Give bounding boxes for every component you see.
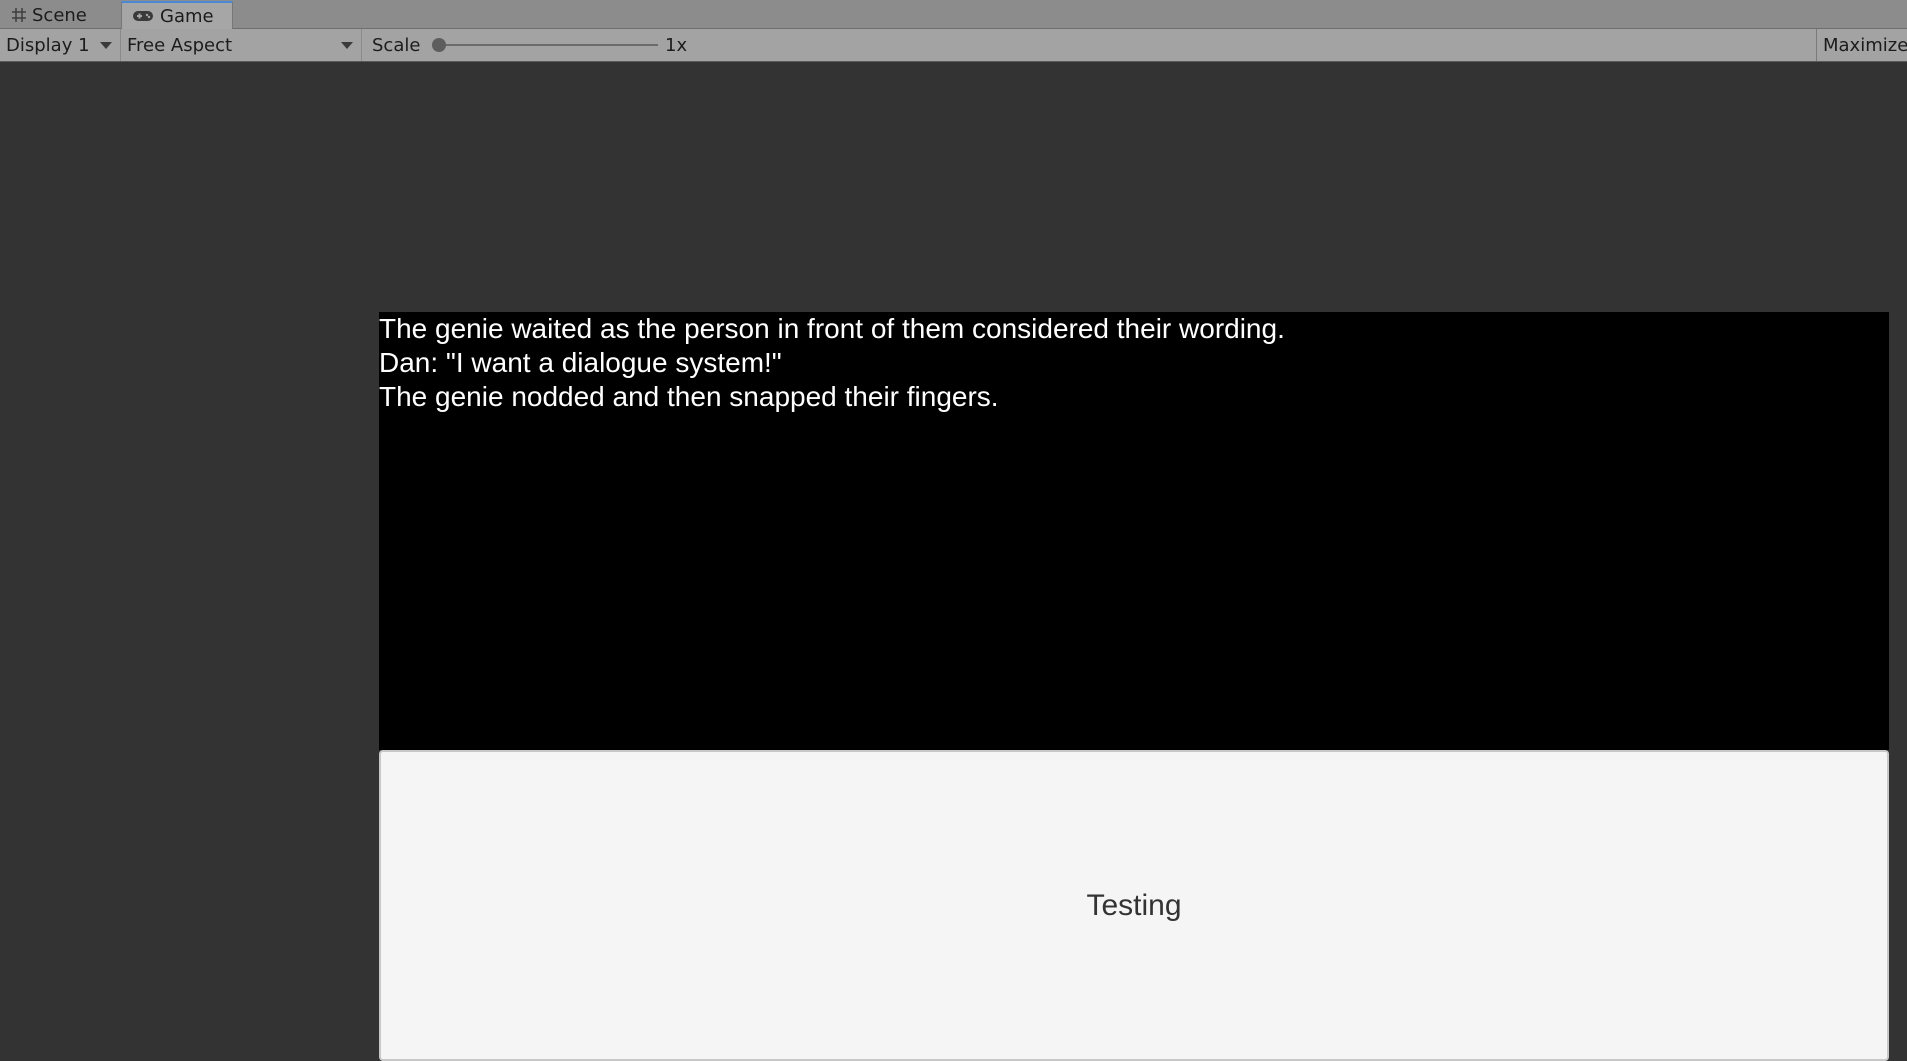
game-view-toolbar: Display 1 Free Aspect Scale 1x Maximize — [0, 29, 1907, 62]
aspect-dropdown[interactable]: Free Aspect — [121, 29, 362, 61]
scale-value: 1x — [665, 34, 688, 56]
tab-scene[interactable]: Scene — [0, 1, 120, 29]
chevron-down-icon — [341, 42, 353, 49]
dialogue-text: The genie waited as the person in front … — [379, 312, 1285, 414]
game-viewport: The genie waited as the person in front … — [0, 62, 1907, 1061]
dialogue-line: The genie waited as the person in front … — [379, 313, 1285, 344]
chevron-down-icon — [100, 42, 112, 49]
aspect-dropdown-value: Free Aspect — [127, 34, 233, 56]
scale-label: Scale — [372, 34, 421, 56]
gamepad-icon — [132, 9, 154, 23]
dialogue-panel: The genie waited as the person in front … — [379, 312, 1889, 750]
editor-tab-bar: Scene Game — [0, 0, 1907, 29]
dialogue-option-button[interactable]: Testing — [379, 750, 1889, 1061]
tab-scene-label: Scene — [32, 4, 87, 26]
dialogue-line: Dan: "I want a dialogue system!" — [379, 347, 782, 378]
grid-icon — [12, 8, 26, 22]
dialogue-option-label: Testing — [1086, 888, 1182, 922]
display-dropdown[interactable]: Display 1 — [0, 29, 121, 61]
dialogue-line: The genie nodded and then snapped their … — [379, 381, 999, 412]
scale-slider-track[interactable] — [440, 44, 658, 46]
tab-game-label: Game — [160, 5, 214, 27]
maximize-button[interactable]: Maximize — [1816, 29, 1907, 61]
display-dropdown-value: Display 1 — [6, 34, 90, 56]
scale-slider-thumb[interactable] — [432, 38, 446, 52]
tab-game[interactable]: Game — [121, 1, 233, 29]
